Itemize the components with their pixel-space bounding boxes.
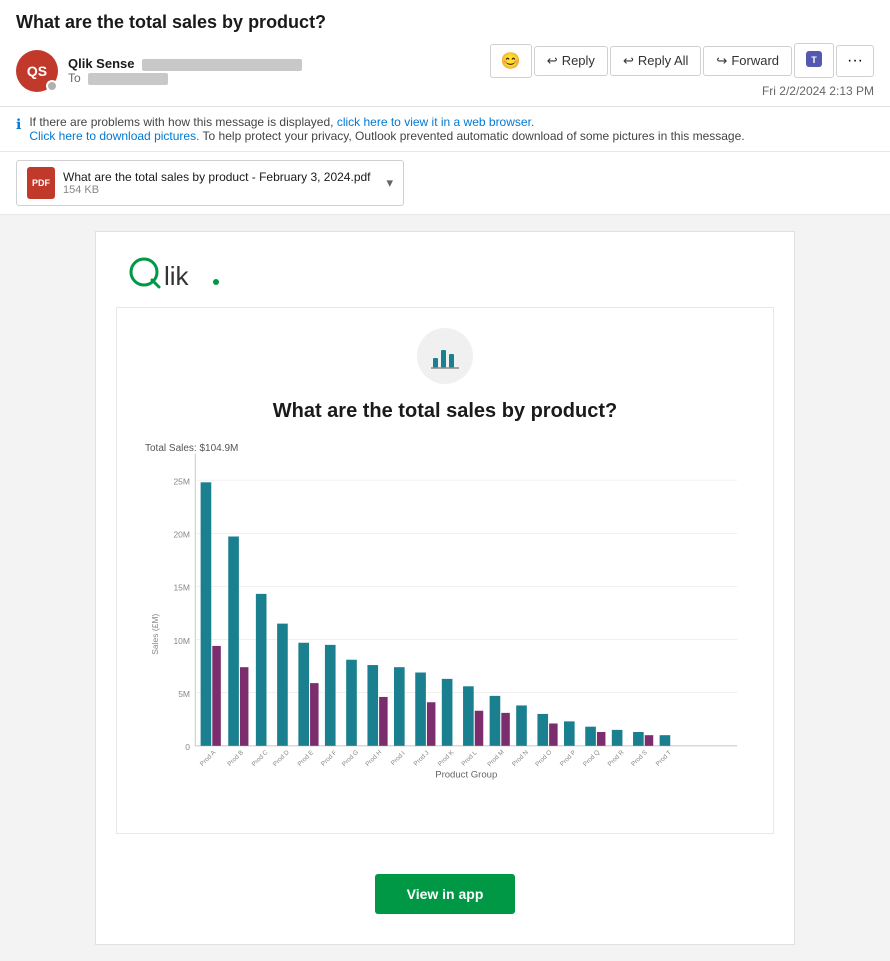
download-pictures-link[interactable]: Click here to download pictures. <box>29 129 199 143</box>
action-buttons: 😊 ↩ Reply ↩ Reply All ↪ Forward <box>490 43 874 78</box>
svg-text:5M: 5M <box>178 689 190 699</box>
svg-text:Prod A: Prod A <box>199 749 218 768</box>
email-body: lik <box>0 215 890 961</box>
attachment-bar: PDF What are the total sales by product … <box>0 152 890 215</box>
sender-name: Qlik Sense <box>68 56 302 71</box>
svg-text:10M: 10M <box>173 636 190 646</box>
svg-text:Sales (£M): Sales (£M) <box>150 614 160 655</box>
svg-text:25M: 25M <box>173 476 190 486</box>
chevron-down-icon: ▾ <box>387 175 394 191</box>
svg-text:Prod G: Prod G <box>341 749 360 768</box>
recipient-redacted <box>88 73 168 85</box>
svg-text:Prod D: Prod D <box>272 749 291 768</box>
svg-text:Prod O: Prod O <box>534 749 553 768</box>
more-options-button[interactable]: ··· <box>836 45 874 77</box>
qlik-logo-area: lik <box>96 232 794 307</box>
reply-button[interactable]: ↩ Reply <box>534 46 608 76</box>
chart-title: What are the total sales by product? <box>137 400 753 423</box>
info-icon: ℹ <box>16 116 21 133</box>
chart-icon-circle <box>417 328 473 384</box>
svg-text:Prod J: Prod J <box>413 750 431 768</box>
sender-right: 😊 ↩ Reply ↩ Reply All ↪ Forward <box>490 43 874 98</box>
sender-info: Qlik Sense To <box>68 56 302 85</box>
qlik-logo-svg: lik <box>126 252 246 297</box>
svg-text:15M: 15M <box>173 583 190 593</box>
reply-all-arrow-icon: ↩ <box>623 53 634 69</box>
svg-text:Prod E: Prod E <box>296 749 315 768</box>
attachment-size: 154 KB <box>63 184 371 196</box>
svg-text:Prod I: Prod I <box>390 750 407 767</box>
bar-chart-svg: 0 5M 10M 15M 20M 25M Sales (£M) Prod A <box>137 443 753 783</box>
view-in-app-button[interactable]: View in app <box>375 874 516 914</box>
email-datetime: Fri 2/2/2024 2:13 PM <box>762 84 874 98</box>
subject-line: What are the total sales by product? <box>16 12 874 33</box>
svg-text:Prod M: Prod M <box>486 749 505 768</box>
svg-text:Prod P: Prod P <box>559 749 578 768</box>
sender-row: QS Qlik Sense To 😊 <box>16 43 874 98</box>
sender-email-redacted <box>142 59 302 71</box>
svg-text:Prod L: Prod L <box>460 749 479 768</box>
svg-text:Prod S: Prod S <box>630 749 649 768</box>
svg-text:Prod F: Prod F <box>320 749 339 768</box>
recipient-line: To <box>68 71 302 85</box>
reply-all-button[interactable]: ↩ Reply All <box>610 46 701 76</box>
svg-text:lik: lik <box>164 261 190 291</box>
reply-arrow-icon: ↩ <box>547 53 558 69</box>
attachment[interactable]: PDF What are the total sales by product … <box>16 160 404 206</box>
svg-text:Prod K: Prod K <box>437 749 456 768</box>
svg-text:Prod T: Prod T <box>655 749 673 767</box>
avatar: QS <box>16 50 58 92</box>
pdf-icon: PDF <box>27 167 55 199</box>
forward-arrow-icon: ↪ <box>716 53 727 69</box>
chart-total-label: Total Sales: $104.9M <box>145 443 238 454</box>
view-in-browser-link[interactable]: click here to view it in a web browser. <box>337 115 534 129</box>
chart-area: Total Sales: $104.9M 0 <box>137 443 753 813</box>
teams-icon: T <box>805 50 823 68</box>
view-btn-area: View in app <box>96 854 794 944</box>
chart-icon-area <box>137 328 753 384</box>
svg-text:20M: 20M <box>173 530 190 540</box>
svg-text:Prod C: Prod C <box>251 749 270 768</box>
avatar-status <box>46 80 58 92</box>
attachment-info: What are the total sales by product - Fe… <box>63 170 371 196</box>
teams-button[interactable]: T <box>794 43 834 78</box>
svg-text:Prod Q: Prod Q <box>582 749 601 768</box>
bar-chart-icon <box>429 340 461 372</box>
emoji-button[interactable]: 😊 <box>490 44 532 78</box>
info-text: If there are problems with how this mess… <box>29 115 744 143</box>
qlik-logo: lik <box>126 252 764 297</box>
attachment-name: What are the total sales by product - Fe… <box>63 170 371 184</box>
email-content: lik <box>95 231 795 945</box>
svg-text:0: 0 <box>185 742 190 752</box>
svg-text:Product Group: Product Group <box>435 770 497 781</box>
chart-card: What are the total sales by product? Tot… <box>116 307 774 834</box>
sender-left: QS Qlik Sense To <box>16 50 302 92</box>
svg-text:Prod R: Prod R <box>607 749 626 768</box>
info-bar: ℹ If there are problems with how this me… <box>0 107 890 152</box>
forward-button[interactable]: ↪ Forward <box>703 46 792 76</box>
svg-text:Prod H: Prod H <box>364 749 383 768</box>
svg-text:T: T <box>811 55 817 65</box>
email-container: What are the total sales by product? QS … <box>0 0 890 961</box>
email-header: What are the total sales by product? QS … <box>0 0 890 107</box>
svg-text:Prod B: Prod B <box>226 749 245 768</box>
svg-text:Prod N: Prod N <box>511 749 530 768</box>
